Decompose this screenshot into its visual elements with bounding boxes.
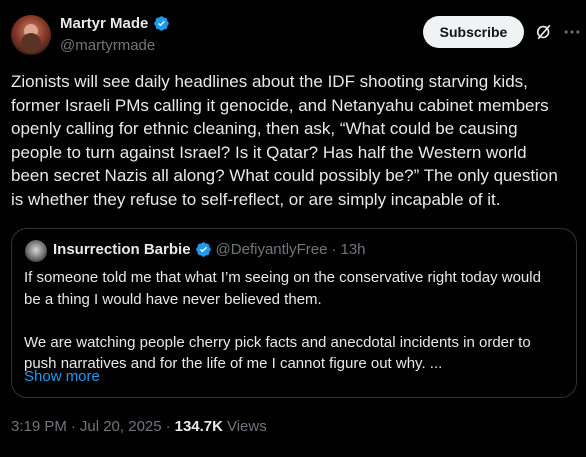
avatar-beard [21, 33, 41, 53]
views-label: Views [226, 418, 267, 435]
author-display-name[interactable]: Martyr Made [60, 15, 148, 32]
post-time[interactable]: 3:19 PM [11, 418, 67, 435]
verified-badge-icon [195, 242, 211, 257]
separator-dot: · [165, 418, 171, 435]
verified-badge-icon [154, 16, 170, 31]
post-text: Zionists will see daily headlines about … [11, 72, 558, 209]
subscribe-button[interactable]: Subscribe [423, 16, 524, 48]
separator-dot: · [331, 241, 337, 258]
quoted-author-handle[interactable]: @DefiyantlyFree [216, 241, 328, 258]
quoted-author-avatar[interactable] [25, 240, 47, 262]
views-count[interactable]: 134.7K [175, 418, 223, 435]
grok-icon[interactable] [534, 22, 554, 42]
author-handle[interactable]: @martyrmade [60, 37, 155, 54]
quoted-post-header: Insurrection Barbie @DefiyantlyFree · 13… [53, 241, 366, 258]
quoted-post-time[interactable]: 13h [340, 241, 365, 258]
quoted-author-display-name[interactable]: Insurrection Barbie [53, 241, 191, 258]
post: Martyr Made @martyrmade Subscribe Zionis… [0, 0, 586, 457]
author-name-row: Martyr Made [60, 15, 170, 32]
author-avatar[interactable] [11, 15, 51, 55]
show-more-link[interactable]: Show more [24, 368, 100, 385]
quoted-post[interactable]: Insurrection Barbie @DefiyantlyFree · 13… [11, 228, 577, 398]
post-metadata: 3:19 PM · Jul 20, 2025 · 134.7K Views [11, 418, 267, 435]
quoted-post-text: If someone told me that what I’m seeing … [24, 269, 541, 372]
separator-dot: · [70, 418, 76, 435]
more-icon[interactable] [562, 22, 582, 42]
post-date[interactable]: Jul 20, 2025 [80, 418, 162, 435]
